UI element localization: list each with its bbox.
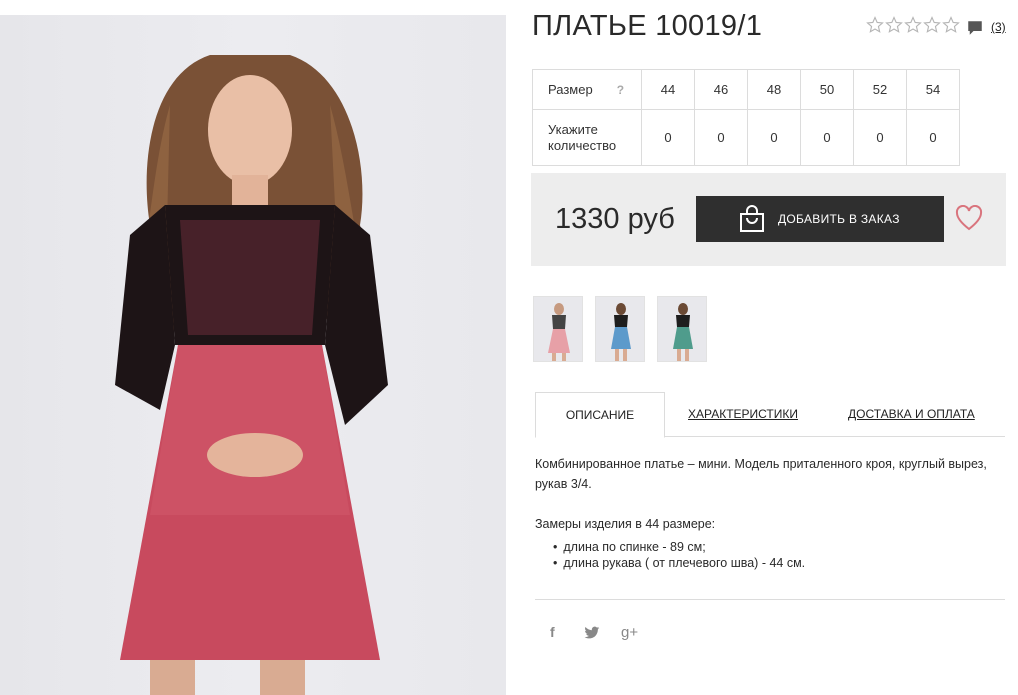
quantity-input[interactable]: 0 — [800, 109, 854, 166]
list-item: длина по спинке - 89 см; — [553, 539, 805, 555]
size-cell: 44 — [641, 69, 695, 110]
size-cell: 52 — [853, 69, 907, 110]
size-help-icon[interactable]: ? — [617, 82, 624, 98]
size-cell: 46 — [694, 69, 748, 110]
size-cell: 54 — [906, 69, 960, 110]
size-quantity-table: Размер? 44 46 48 50 52 54 Укажите количе… — [532, 69, 960, 166]
divider — [535, 599, 1005, 600]
size-row: Размер? 44 46 48 50 52 54 — [532, 69, 960, 110]
facebook-icon[interactable]: f — [550, 624, 555, 640]
google-plus-icon[interactable]: g+ — [621, 624, 638, 641]
comment-icon[interactable] — [966, 19, 984, 37]
add-to-order-label: ДОБАВИТЬ В ЗАКАЗ — [778, 212, 900, 226]
twitter-icon[interactable] — [584, 626, 600, 640]
size-cell: 50 — [800, 69, 854, 110]
star-icon[interactable] — [942, 16, 960, 34]
quantity-input[interactable]: 0 — [906, 109, 960, 166]
review-count-link[interactable]: (3) — [991, 20, 1006, 34]
quantity-row: Укажите количество 0 0 0 0 0 0 — [532, 109, 960, 166]
quantity-input[interactable]: 0 — [853, 109, 907, 166]
description-text: Комбинированное платье – мини. Модель пр… — [535, 457, 987, 491]
star-icon[interactable] — [866, 16, 884, 34]
product-tabs: ОПИСАНИЕ ХАРАКТЕРИСТИКИ ДОСТАВКА И ОПЛАТ… — [535, 392, 1005, 438]
thumbnail-1[interactable] — [533, 296, 583, 362]
measurements-title: Замеры изделия в 44 размере: — [535, 517, 716, 531]
size-label-cell: Размер? — [532, 69, 642, 110]
list-item: длина рукава ( от плечевого шва) - 44 см… — [553, 555, 805, 571]
add-to-order-button[interactable]: ДОБАВИТЬ В ЗАКАЗ — [696, 196, 944, 242]
star-icon[interactable] — [885, 16, 903, 34]
tab-delivery-payment[interactable]: ДОСТАВКА И ОПЛАТА — [848, 392, 975, 437]
tab-description[interactable]: ОПИСАНИЕ — [535, 392, 665, 438]
quantity-label: Укажите количество — [532, 109, 642, 166]
quantity-input[interactable]: 0 — [694, 109, 748, 166]
quantity-input[interactable]: 0 — [641, 109, 695, 166]
quantity-input[interactable]: 0 — [747, 109, 801, 166]
product-title: ПЛАТЬЕ 10019/1 — [532, 10, 763, 42]
measurements-list: длина по спинке - 89 см; длина рукава ( … — [553, 539, 805, 571]
main-product-photo[interactable] — [0, 15, 506, 695]
star-icon[interactable] — [904, 16, 922, 34]
thumbnail-2[interactable] — [595, 296, 645, 362]
thumbnail-3[interactable] — [657, 296, 707, 362]
rating-stars[interactable] — [866, 16, 960, 34]
tab-characteristics[interactable]: ХАРАКТЕРИСТИКИ — [688, 392, 798, 437]
size-label: Размер — [548, 81, 593, 97]
star-icon[interactable] — [923, 16, 941, 34]
price: 1330 руб — [555, 203, 675, 235]
size-cell: 48 — [747, 69, 801, 110]
shopping-bag-icon — [740, 205, 764, 232]
price-panel: 1330 руб ДОБАВИТЬ В ЗАКАЗ — [531, 173, 1006, 266]
heart-icon[interactable] — [955, 205, 983, 231]
